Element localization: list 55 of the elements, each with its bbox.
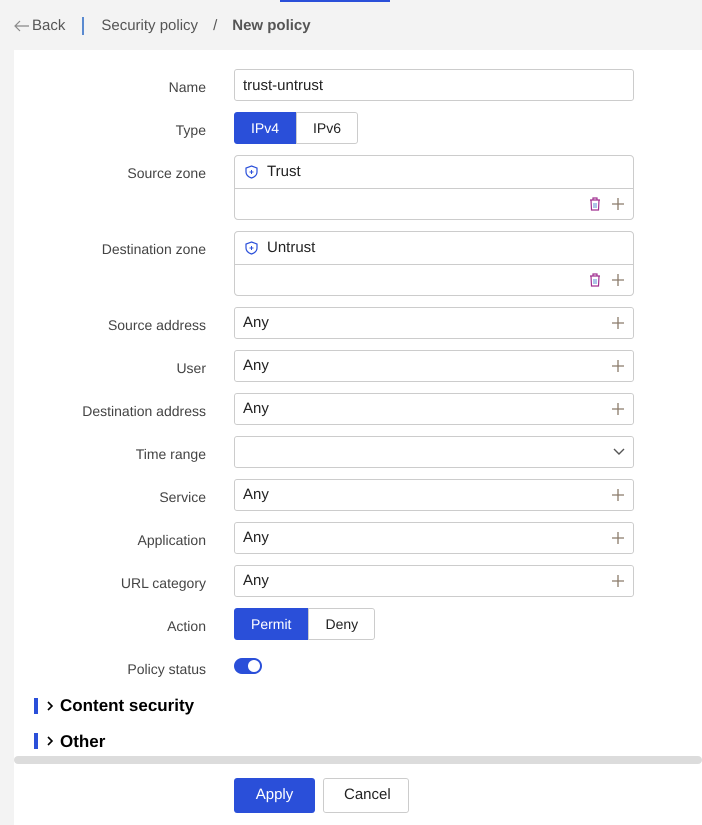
zone-name: Trust — [267, 162, 301, 182]
breadcrumb-current: New policy — [232, 16, 311, 36]
address-picker[interactable]: Any — [234, 350, 634, 382]
field-label: Type — [174, 121, 206, 140]
add-icon[interactable] — [611, 273, 625, 287]
address-picker[interactable]: Any — [234, 393, 634, 425]
add-icon[interactable] — [611, 488, 625, 502]
segment-option[interactable]: IPv6 — [296, 112, 358, 144]
shield-icon — [245, 165, 258, 179]
delete-icon[interactable] — [589, 273, 601, 287]
back-arrow-icon — [14, 20, 30, 32]
name-field[interactable]: trust-untrust — [234, 69, 634, 101]
horizontal-scrollbar[interactable] — [14, 756, 702, 764]
field-label: Action — [166, 617, 206, 636]
cancel-button[interactable]: Cancel — [323, 778, 409, 813]
back-link[interactable]: Back — [14, 14, 66, 38]
status-toggle[interactable] — [234, 658, 262, 674]
field-label: User — [175, 359, 206, 378]
breadcrumb-separator: / — [213, 16, 218, 36]
segment-option[interactable]: Permit — [234, 608, 308, 640]
add-icon[interactable] — [611, 316, 625, 330]
field-label: URL category — [120, 574, 206, 593]
field-label: Source zone — [126, 164, 206, 183]
field-label: Destination address — [81, 402, 206, 421]
field-label: Time range — [134, 445, 206, 464]
address-picker[interactable]: Any — [234, 565, 634, 597]
field-label: Source address — [106, 316, 206, 335]
shield-icon — [245, 241, 258, 255]
field-label: Policy status — [126, 660, 206, 679]
chevron-icon — [46, 700, 54, 711]
field-label: Name — [168, 78, 206, 97]
field-label: Service — [158, 488, 206, 507]
address-picker[interactable]: Any — [234, 522, 634, 554]
segment-option[interactable]: IPv4 — [234, 112, 296, 144]
add-icon[interactable] — [611, 574, 625, 588]
field-label: Application — [136, 531, 206, 550]
add-icon[interactable] — [611, 402, 625, 416]
zone-name: Untrust — [267, 238, 316, 258]
section-marker — [34, 698, 38, 714]
apply-button[interactable]: Apply — [234, 778, 315, 813]
add-icon[interactable] — [611, 359, 625, 373]
divider — [82, 17, 84, 35]
address-picker[interactable]: Any — [234, 307, 634, 339]
segment-option[interactable]: Deny — [308, 608, 376, 640]
section-marker — [34, 733, 38, 750]
chevron-down-icon — [613, 448, 625, 456]
section-header[interactable]: Content security — [46, 693, 194, 718]
delete-icon[interactable] — [589, 197, 601, 211]
section-header[interactable]: Other — [46, 728, 106, 754]
add-icon[interactable] — [611, 531, 625, 545]
add-icon[interactable] — [611, 197, 625, 211]
address-picker[interactable]: Any — [234, 479, 634, 511]
breadcrumb-link[interactable]: Security policy — [101, 14, 198, 38]
chevron-icon — [46, 736, 54, 746]
field-label: Destination zone — [100, 240, 206, 259]
